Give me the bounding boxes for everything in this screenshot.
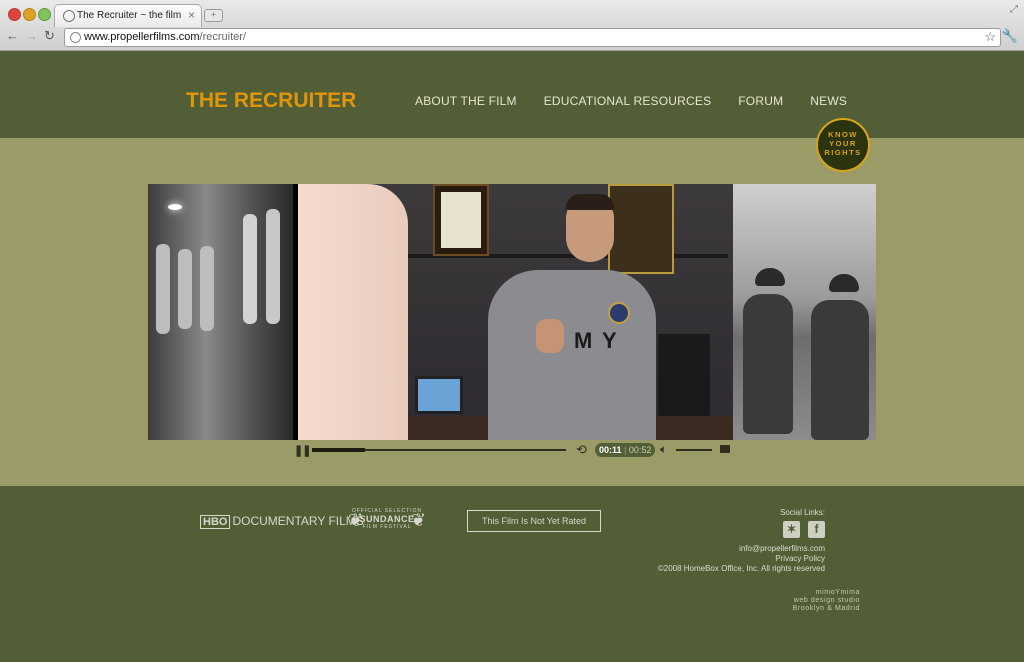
raised-arm (243, 214, 257, 324)
browser-tab[interactable]: The Recruiter ~ the film × (54, 4, 202, 27)
diploma-frame (433, 184, 489, 256)
seek-progress (312, 448, 366, 452)
helmet (755, 268, 785, 286)
studio-name: mimoYmima (815, 589, 860, 596)
video-stage: R M Y ❚❚ ⟲ 00:11 | 00:52 🔈︎ (0, 138, 1024, 486)
raised-arm (178, 249, 192, 329)
raised-arm (266, 209, 280, 324)
nav-educational-resources[interactable]: EDUCATIONAL RESOURCES (544, 94, 712, 108)
time-separator: | (624, 445, 627, 455)
hbo-documentary-logo[interactable]: HBO DOCUMENTARY FILMS (200, 514, 364, 529)
main-video-frame[interactable]: R M Y (298, 184, 733, 440)
myspace-icon[interactable]: ✶ (783, 521, 800, 538)
know-your-rights-badge[interactable]: KNOW YOUR RIGHTS (816, 118, 870, 172)
hbo-box: HBO (200, 515, 231, 529)
poster (608, 184, 674, 274)
volume-icon[interactable]: 🔈︎ (660, 442, 667, 457)
soldier-figure (811, 300, 869, 440)
player-controls: ❚❚ ⟲ 00:11 | 00:52 🔈︎ (290, 441, 735, 459)
facebook-icon[interactable]: f (808, 521, 825, 538)
hbo-text: DOCUMENTARY FILMS (232, 514, 364, 528)
browser-chrome: The Recruiter ~ the film × + ⤢ ← → ↻ www… (0, 0, 1024, 51)
studio-credit[interactable]: mimoYmima web design studio Brooklyn & M… (793, 589, 860, 613)
back-button[interactable]: ← (6, 28, 19, 43)
video-player[interactable]: R M Y (148, 184, 876, 440)
studio-line: web design studio (793, 597, 860, 604)
soldier-hair (566, 194, 614, 210)
social-icons: ✶ f (658, 521, 825, 538)
badge-line: RIGHTS (824, 148, 862, 157)
main-nav: ABOUT THE FILM EDUCATIONAL RESOURCES FOR… (415, 94, 847, 108)
helmet (829, 274, 859, 292)
computer-monitor (415, 376, 463, 414)
ceiling-light (168, 204, 182, 210)
fullscreen-icon[interactable] (720, 445, 730, 453)
rating-button[interactable]: This Film Is Not Yet Rated (467, 510, 601, 532)
forward-button[interactable]: → (25, 28, 38, 43)
volume-slider[interactable] (676, 449, 712, 451)
left-still-image (148, 184, 293, 440)
site-logo[interactable]: THE RECRUITER (186, 89, 356, 113)
raised-arm (200, 246, 214, 331)
copyright-text: ©2008 HomeBox Office, Inc. All rights re… (657, 564, 825, 573)
soldier-shirt (488, 270, 656, 440)
seek-bar[interactable] (312, 448, 566, 452)
laurel-icon: ❦ (348, 510, 364, 530)
laurel-icon: ❦ (410, 510, 426, 530)
badge-line: YOUR (829, 139, 857, 148)
site-header: THE RECRUITER ABOUT THE FILM EDUCATIONAL… (0, 51, 1024, 138)
privacy-policy-link[interactable]: Privacy Policy (658, 554, 825, 564)
zoom-window-button[interactable] (38, 8, 51, 21)
soldier-figure (743, 294, 793, 434)
tab-close-icon[interactable]: × (188, 8, 195, 22)
nav-about-the-film[interactable]: ABOUT THE FILM (415, 94, 517, 108)
shirt-patch (608, 302, 630, 324)
studio-location: Brooklyn & Madrid (792, 605, 860, 612)
address-bar[interactable]: www.propellerfilms.com/recruiter/ ☆ (64, 28, 1001, 47)
pause-icon[interactable]: ❚❚ (294, 444, 311, 457)
replay-icon[interactable]: ⟲ (576, 442, 587, 458)
social-links-label: Social Links: (780, 508, 825, 517)
cabinet (658, 334, 710, 424)
current-time: 00:11 (599, 445, 622, 455)
close-window-button[interactable] (8, 8, 21, 21)
url-text[interactable]: www.propellerfilms.com/recruiter/ (84, 31, 246, 43)
minimize-window-button[interactable] (23, 8, 36, 21)
globe-icon (63, 10, 75, 22)
badge-line: KNOW (828, 130, 858, 139)
nav-forum[interactable]: FORUM (738, 94, 783, 108)
globe-icon (70, 32, 81, 43)
resize-icon[interactable]: ⤢ (1010, 4, 1018, 15)
wrench-icon[interactable]: 🔧 (1002, 28, 1018, 44)
sundance-logo: ❦ OFFICIAL SELECTION SUNDANCE FILM FESTI… (348, 508, 426, 534)
tab-title: The Recruiter ~ the film (77, 10, 182, 21)
url-path: /recruiter/ (199, 31, 246, 43)
right-still-image (733, 184, 876, 440)
site-footer: HBO DOCUMENTARY FILMS ❦ OFFICIAL SELECTIO… (0, 486, 1024, 662)
nav-news[interactable]: NEWS (810, 94, 847, 108)
url-host: www.propellerfilms.com (84, 31, 200, 43)
reload-button[interactable]: ↻ (44, 28, 55, 44)
email-link[interactable]: info@propellerfilms.com (658, 544, 825, 554)
new-tab-button[interactable]: + (204, 9, 223, 22)
foreground-person (298, 184, 408, 440)
bookmark-star-icon[interactable]: ☆ (984, 29, 996, 45)
raised-arm (156, 244, 170, 334)
footer-info: Social Links: ✶ f info@propellerfilms.co… (658, 508, 825, 574)
total-time: 00:52 (628, 445, 652, 455)
thumbs-up-hand (536, 319, 564, 353)
time-display: 00:11 | 00:52 (595, 443, 656, 457)
